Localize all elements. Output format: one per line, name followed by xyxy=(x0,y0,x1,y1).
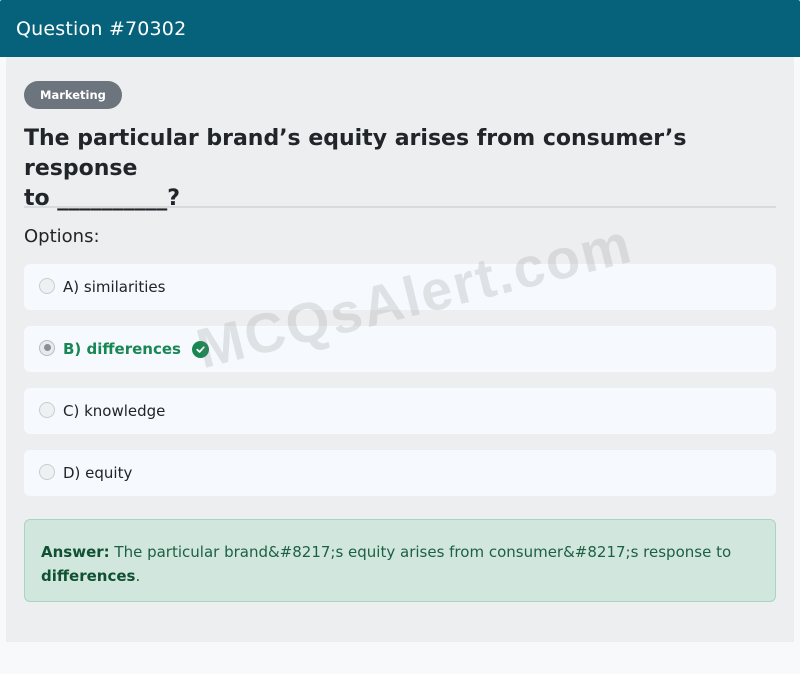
divider xyxy=(24,206,776,208)
check-circle-icon xyxy=(191,340,209,358)
answer-prefix: Answer: xyxy=(41,543,110,561)
footer-strip xyxy=(0,648,800,674)
question-number-title: Question #70302 xyxy=(16,17,187,40)
radio-button[interactable] xyxy=(39,463,55,480)
question-line-2: to __________? xyxy=(24,186,181,211)
question-text: The particular brand’s equity arises fro… xyxy=(24,124,764,214)
options-label: Options: xyxy=(24,226,100,247)
answer-text: The particular brand&#8217;s equity aris… xyxy=(109,543,732,561)
question-header: Question #70302 xyxy=(0,0,800,57)
answer-value: differences xyxy=(41,567,136,585)
option-d[interactable]: D) equity xyxy=(24,450,776,496)
radio-button[interactable] xyxy=(39,401,55,418)
radio-button[interactable] xyxy=(39,277,55,294)
radio-dot xyxy=(43,344,51,351)
answer-suffix: . xyxy=(135,567,141,585)
option-a[interactable]: A) similarities xyxy=(24,264,776,310)
option-c[interactable]: C) knowledge xyxy=(24,388,776,434)
question-card: Marketing The particular brand’s equity … xyxy=(6,57,794,642)
answer-box: Answer: The particular brand&#8217;s equ… xyxy=(24,519,776,602)
option-label: D) equity xyxy=(63,464,133,482)
option-b[interactable]: B) differences xyxy=(24,326,776,372)
question-line-1: The particular brand’s equity arises fro… xyxy=(24,126,687,181)
option-label: A) similarities xyxy=(63,278,166,296)
option-label: C) knowledge xyxy=(63,402,166,420)
radio-button-selected[interactable] xyxy=(39,339,55,356)
option-label: B) differences xyxy=(63,340,181,358)
category-badge[interactable]: Marketing xyxy=(24,81,122,109)
